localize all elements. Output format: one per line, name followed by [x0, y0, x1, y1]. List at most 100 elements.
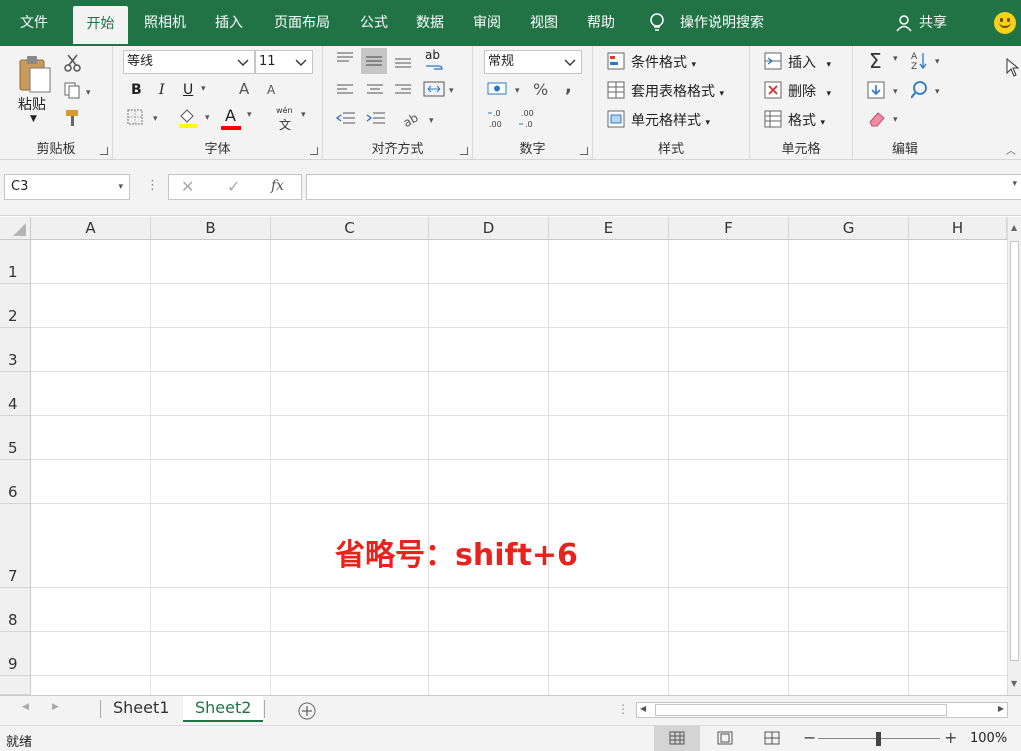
decrease-decimal-icon[interactable]: .00 .0 [517, 108, 541, 130]
page-break-view-icon[interactable] [764, 731, 780, 745]
orientation-icon[interactable]: ab ▾ [401, 108, 437, 130]
row-header[interactable]: 1 [0, 240, 31, 284]
tab-file[interactable]: 文件 [8, 0, 60, 46]
cancel-icon[interactable]: ✕ [181, 177, 194, 196]
autosum-dropdown-icon[interactable]: ▾ [893, 54, 898, 64]
phonetic-dropdown-icon[interactable]: ▾ [301, 110, 306, 120]
cell-styles-button[interactable]: 单元格样式 ▾ [631, 110, 710, 130]
row-header[interactable]: 4 [0, 372, 31, 416]
row-header[interactable] [0, 676, 31, 695]
tab-formulas[interactable]: 公式 [350, 0, 398, 46]
vertical-scroll-thumb[interactable] [1010, 241, 1019, 661]
tab-help[interactable]: 帮助 [577, 0, 625, 46]
column-header[interactable]: H [909, 217, 1007, 240]
row-header[interactable]: 7 [0, 504, 31, 588]
underline-button[interactable]: U [183, 82, 193, 98]
insert-function-icon[interactable]: fx [271, 178, 284, 194]
zoom-out-icon[interactable]: − [803, 728, 816, 747]
font-launcher-icon[interactable] [310, 147, 318, 155]
paste-label[interactable]: 粘贴 [18, 94, 46, 114]
increase-decimal-icon[interactable]: .0 .00 [487, 108, 511, 130]
fill-color-icon[interactable]: ▾ [177, 106, 215, 130]
percent-button[interactable]: % [533, 80, 548, 99]
italic-button[interactable]: I [159, 82, 165, 98]
fill-icon[interactable]: ▾ [867, 80, 905, 102]
horizontal-scrollbar[interactable]: ◀ ▶ [636, 702, 1008, 718]
align-center-icon[interactable] [365, 82, 385, 98]
tab-review[interactable]: 审阅 [463, 0, 511, 46]
conditional-format-button[interactable]: 条件格式 ▾ [631, 52, 696, 72]
accounting-format-icon[interactable]: ▾ [487, 80, 527, 100]
grow-font-button[interactable]: A [239, 80, 249, 98]
scroll-right-icon[interactable]: ▶ [998, 704, 1004, 713]
font-name-select[interactable]: 等线 [123, 50, 255, 74]
underline-dropdown-icon[interactable]: ▾ [201, 84, 206, 94]
tab-page-layout[interactable]: 页面布局 [264, 0, 340, 46]
font-size-select[interactable]: 11 [255, 50, 313, 74]
column-header[interactable]: E [549, 217, 669, 240]
border-icon[interactable]: ▾ [127, 108, 163, 128]
scroll-down-icon[interactable]: ▼ [1011, 679, 1017, 688]
prev-sheet-icon[interactable]: ◀ [22, 702, 29, 712]
find-select-icon[interactable]: ▾ [911, 80, 945, 102]
row-header[interactable]: 9 [0, 632, 31, 676]
tab-camera[interactable]: 照相机 [135, 0, 195, 46]
share-button[interactable]: 共享 [919, 0, 947, 46]
increase-indent-icon[interactable] [365, 110, 387, 128]
name-box[interactable]: C3 ▾ [4, 174, 130, 200]
shrink-font-button[interactable]: A [267, 83, 275, 97]
normal-view-button[interactable] [654, 726, 700, 751]
tell-me-search[interactable]: 操作说明搜索 [680, 0, 764, 46]
row-header[interactable]: 8 [0, 588, 31, 632]
collapse-ribbon-icon[interactable]: ︿ [1006, 142, 1016, 157]
autosum-button[interactable]: Σ [869, 49, 882, 73]
zoom-in-icon[interactable]: + [944, 728, 957, 747]
font-color-button[interactable]: A [225, 106, 236, 125]
format-painter-icon[interactable] [64, 108, 84, 128]
vertical-scrollbar[interactable]: ▲ ▼ [1007, 217, 1021, 695]
name-box-dropdown-icon[interactable]: ▾ [118, 175, 123, 199]
bold-button[interactable]: B [131, 82, 142, 98]
format-as-table-button[interactable]: 套用表格格式 ▾ [631, 81, 724, 101]
tab-home[interactable]: 开始 [73, 6, 128, 46]
cut-icon[interactable] [64, 54, 82, 72]
middle-align-icon[interactable] [361, 48, 387, 74]
alignment-launcher-icon[interactable] [460, 147, 468, 155]
font-color-dropdown-icon[interactable]: ▾ [247, 110, 252, 120]
column-header[interactable]: A [31, 217, 151, 240]
add-sheet-icon[interactable] [297, 701, 317, 721]
clear-eraser-icon[interactable]: ▾ [867, 108, 905, 130]
phonetic-top[interactable]: wén [276, 106, 293, 115]
split-grip-icon[interactable]: ⋮ [617, 702, 629, 716]
row-header[interactable]: 2 [0, 284, 31, 328]
column-header[interactable]: F [669, 217, 789, 240]
sheet-tab-sheet2[interactable]: Sheet2 [183, 696, 264, 722]
zoom-slider-thumb[interactable] [876, 732, 881, 746]
bottom-align-icon[interactable] [393, 52, 413, 70]
column-header[interactable]: B [151, 217, 271, 240]
smiley-feedback-icon[interactable] [994, 12, 1016, 34]
enter-icon[interactable]: ✓ [227, 177, 240, 196]
format-cells-button[interactable]: 格式 ▾ [788, 110, 825, 130]
number-launcher-icon[interactable] [580, 147, 588, 155]
copy-icon[interactable]: ▾ [64, 82, 94, 100]
tab-data[interactable]: 数据 [406, 0, 454, 46]
wrap-text-button[interactable]: ab [425, 48, 440, 62]
top-align-icon[interactable] [335, 50, 355, 68]
worksheet-grid[interactable]: A B C D E F G H 1 2 3 4 5 6 7 8 9 省略号：sh… [0, 217, 1021, 695]
page-layout-view-icon[interactable] [717, 731, 733, 745]
clipboard-launcher-icon[interactable] [100, 147, 108, 155]
next-sheet-icon[interactable]: ▶ [52, 702, 59, 712]
merge-center-icon[interactable]: ▾ [423, 80, 459, 100]
decrease-indent-icon[interactable] [335, 110, 357, 128]
sort-filter-icon[interactable]: AZ ▾ [911, 50, 945, 72]
number-format-select[interactable]: 常规 [484, 50, 582, 74]
paste-dropdown-icon[interactable]: ▼ [30, 114, 37, 124]
phonetic-button[interactable]: 文 [279, 116, 291, 133]
column-header[interactable]: G [789, 217, 909, 240]
horizontal-scroll-thumb[interactable] [655, 704, 947, 716]
align-left-icon[interactable] [335, 82, 355, 98]
row-header[interactable]: 5 [0, 416, 31, 460]
column-header[interactable]: D [429, 217, 549, 240]
insert-cells-button[interactable]: 插入 ▾ [788, 52, 831, 72]
